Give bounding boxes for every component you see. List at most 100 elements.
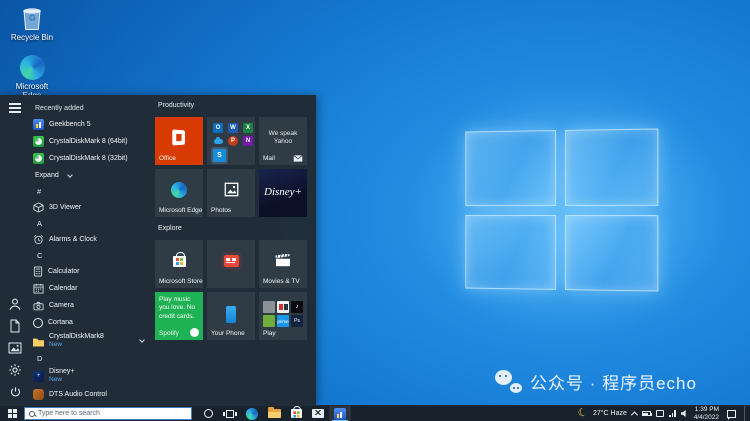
cortana-icon [33,318,43,328]
game-icon [263,315,275,327]
windows-logo-pane [564,215,658,292]
windows-desktop-screen: ♻ Recycle Bin Microsoft Edge 公众号 · 程序员ec… [0,0,750,421]
documents-button[interactable] [7,319,23,333]
battery-icon[interactable] [642,411,651,416]
pictures-icon [8,342,22,354]
app-list-item-calculator[interactable]: Calculator [33,263,152,280]
app-list-item-crystaldiskmark-64[interactable]: CrystalDiskMark 8 (64bit) [33,133,152,150]
power-button[interactable] [7,385,23,399]
cortana-button[interactable] [197,406,219,421]
action-center-icon[interactable] [727,410,736,418]
weather-moon-icon[interactable]: ☾ [577,407,589,420]
system-tray: ☾ 27°C Haze 1:39 PM 4/4/2022 [578,406,750,421]
start-button[interactable] [0,406,24,421]
pictures-button[interactable] [7,341,23,355]
show-desktop-button[interactable] [744,406,748,421]
cortana-icon [204,409,213,418]
taskbar-file-explorer-button[interactable] [263,406,285,421]
desktop-icon-recycle-bin[interactable]: ♻ Recycle Bin [6,5,58,42]
start-menu-tiles: Productivity Office O W X P N S [152,95,316,405]
photos-icon [224,182,239,197]
dts-audio-icon [33,389,44,400]
tile-disney-plus[interactable]: Disney+ [259,169,307,217]
app-list-item-3d-viewer[interactable]: 3D Viewer [33,199,152,216]
tile-group-title: Productivity [158,102,316,113]
tile-photos[interactable]: Photos [207,169,255,217]
edge-icon [246,408,258,420]
app-list-section-c[interactable]: C [33,248,152,263]
chevron-down-icon [67,172,73,178]
display-icon[interactable] [656,410,664,417]
windows-logo-pane [465,214,555,290]
tray-date: 4/4/2022 [694,414,719,421]
tile-office-apps-folder[interactable]: O W X P N S [207,117,255,165]
tile-mail[interactable]: We speak Yahoo Mail [259,117,307,165]
taskbar-store-button[interactable] [285,406,307,421]
document-icon [9,319,21,333]
tile-your-phone[interactable]: Your Phone [207,292,255,340]
chevron-down-icon [139,337,145,343]
weather-text[interactable]: 27°C Haze [593,410,627,417]
powerpoint-icon: P [228,136,238,146]
app-list-item-camera[interactable]: Camera [33,297,152,314]
prime-video-icon: prime [277,315,289,327]
store-bag-icon [173,256,186,267]
tile-play-folder[interactable]: ♪ prime Ps Play [259,292,307,340]
app-list-section-a[interactable]: A [33,216,152,231]
calculator-icon [33,266,43,277]
folder-icon [33,338,44,347]
photoshop-express-icon: Ps [291,315,303,327]
productivity-tile-grid: Office O W X P N S We speak Yahoo M [155,117,316,217]
excel-icon: X [243,123,253,133]
windows-logo [465,128,658,291]
play-apps-icons: ♪ prime Ps [263,301,303,327]
taskbar-clock[interactable]: 1:39 PM 4/4/2022 [694,406,719,421]
tile-spotify[interactable]: Play music you love. No credit cards. Sp… [155,292,203,340]
app-list-section-d[interactable]: D [33,351,152,366]
geekbench-icon [33,119,44,130]
outlook-icon: O [213,123,223,133]
expand-rail-button[interactable] [7,101,23,115]
tray-time: 1:39 PM [694,406,719,414]
windows-logo-pane [564,128,658,205]
expand-recently-added-button[interactable]: Expand [33,167,152,184]
user-icon [8,297,22,311]
app-list-item-dts-audio-control[interactable]: DTS Audio Control [33,386,152,403]
tile-office[interactable]: Office [155,117,203,165]
clapperboard-icon [275,254,291,267]
taskbar-geekbench-button-active[interactable] [329,406,351,421]
tile-news[interactable] [207,240,255,288]
tile-group-title: Explore [158,225,316,236]
start-menu-rail [0,95,30,405]
watermark-text: 公众号 · 程序员echo [530,369,697,394]
app-list-item-geekbench-5[interactable]: Geekbench 5 [33,116,152,133]
app-list-item-alarms-clock[interactable]: Alarms & Clock [33,231,152,248]
settings-button[interactable] [7,363,23,377]
app-list-item-crystaldiskmark-32[interactable]: CrystalDiskMark 8 (32bit) [33,150,152,167]
news-icon [224,255,239,267]
tile-movies-tv[interactable]: Movies & TV [259,240,307,288]
desktop-icon-microsoft-edge[interactable]: Microsoft Edge [6,55,58,100]
hidden-icons-chevron-icon[interactable] [631,411,638,418]
app-list-item-crystaldiskmark8-folder[interactable]: CrystalDiskMark8 New [33,331,152,351]
app-list-item-calendar[interactable]: Calendar [33,280,152,297]
volume-icon[interactable] [681,410,689,418]
task-view-button[interactable] [219,406,241,421]
hamburger-icon [9,103,21,113]
mail-live-tile-text: We speak Yahoo [265,130,301,147]
tile-microsoft-edge[interactable]: Microsoft Edge [155,169,203,217]
camera-icon [33,301,44,311]
desktop-icon-label: Recycle Bin [11,33,53,42]
app-list-item-cortana[interactable]: Cortana [33,314,152,331]
app-list-item-disney-plus[interactable]: + Disney+ New [33,366,152,386]
taskbar-edge-button[interactable] [241,406,263,421]
tile-microsoft-store[interactable]: Microsoft Store [155,240,203,288]
disney-plus-logo: Disney+ [264,186,302,198]
app-list-section-hash[interactable]: # [33,184,152,199]
taskbar-search-box[interactable] [24,407,192,420]
search-input[interactable] [38,408,187,419]
taskbar-mail-button[interactable] [307,406,329,421]
user-account-button[interactable] [7,297,23,311]
network-signal-icon[interactable] [669,410,676,417]
cube-icon [33,202,44,213]
